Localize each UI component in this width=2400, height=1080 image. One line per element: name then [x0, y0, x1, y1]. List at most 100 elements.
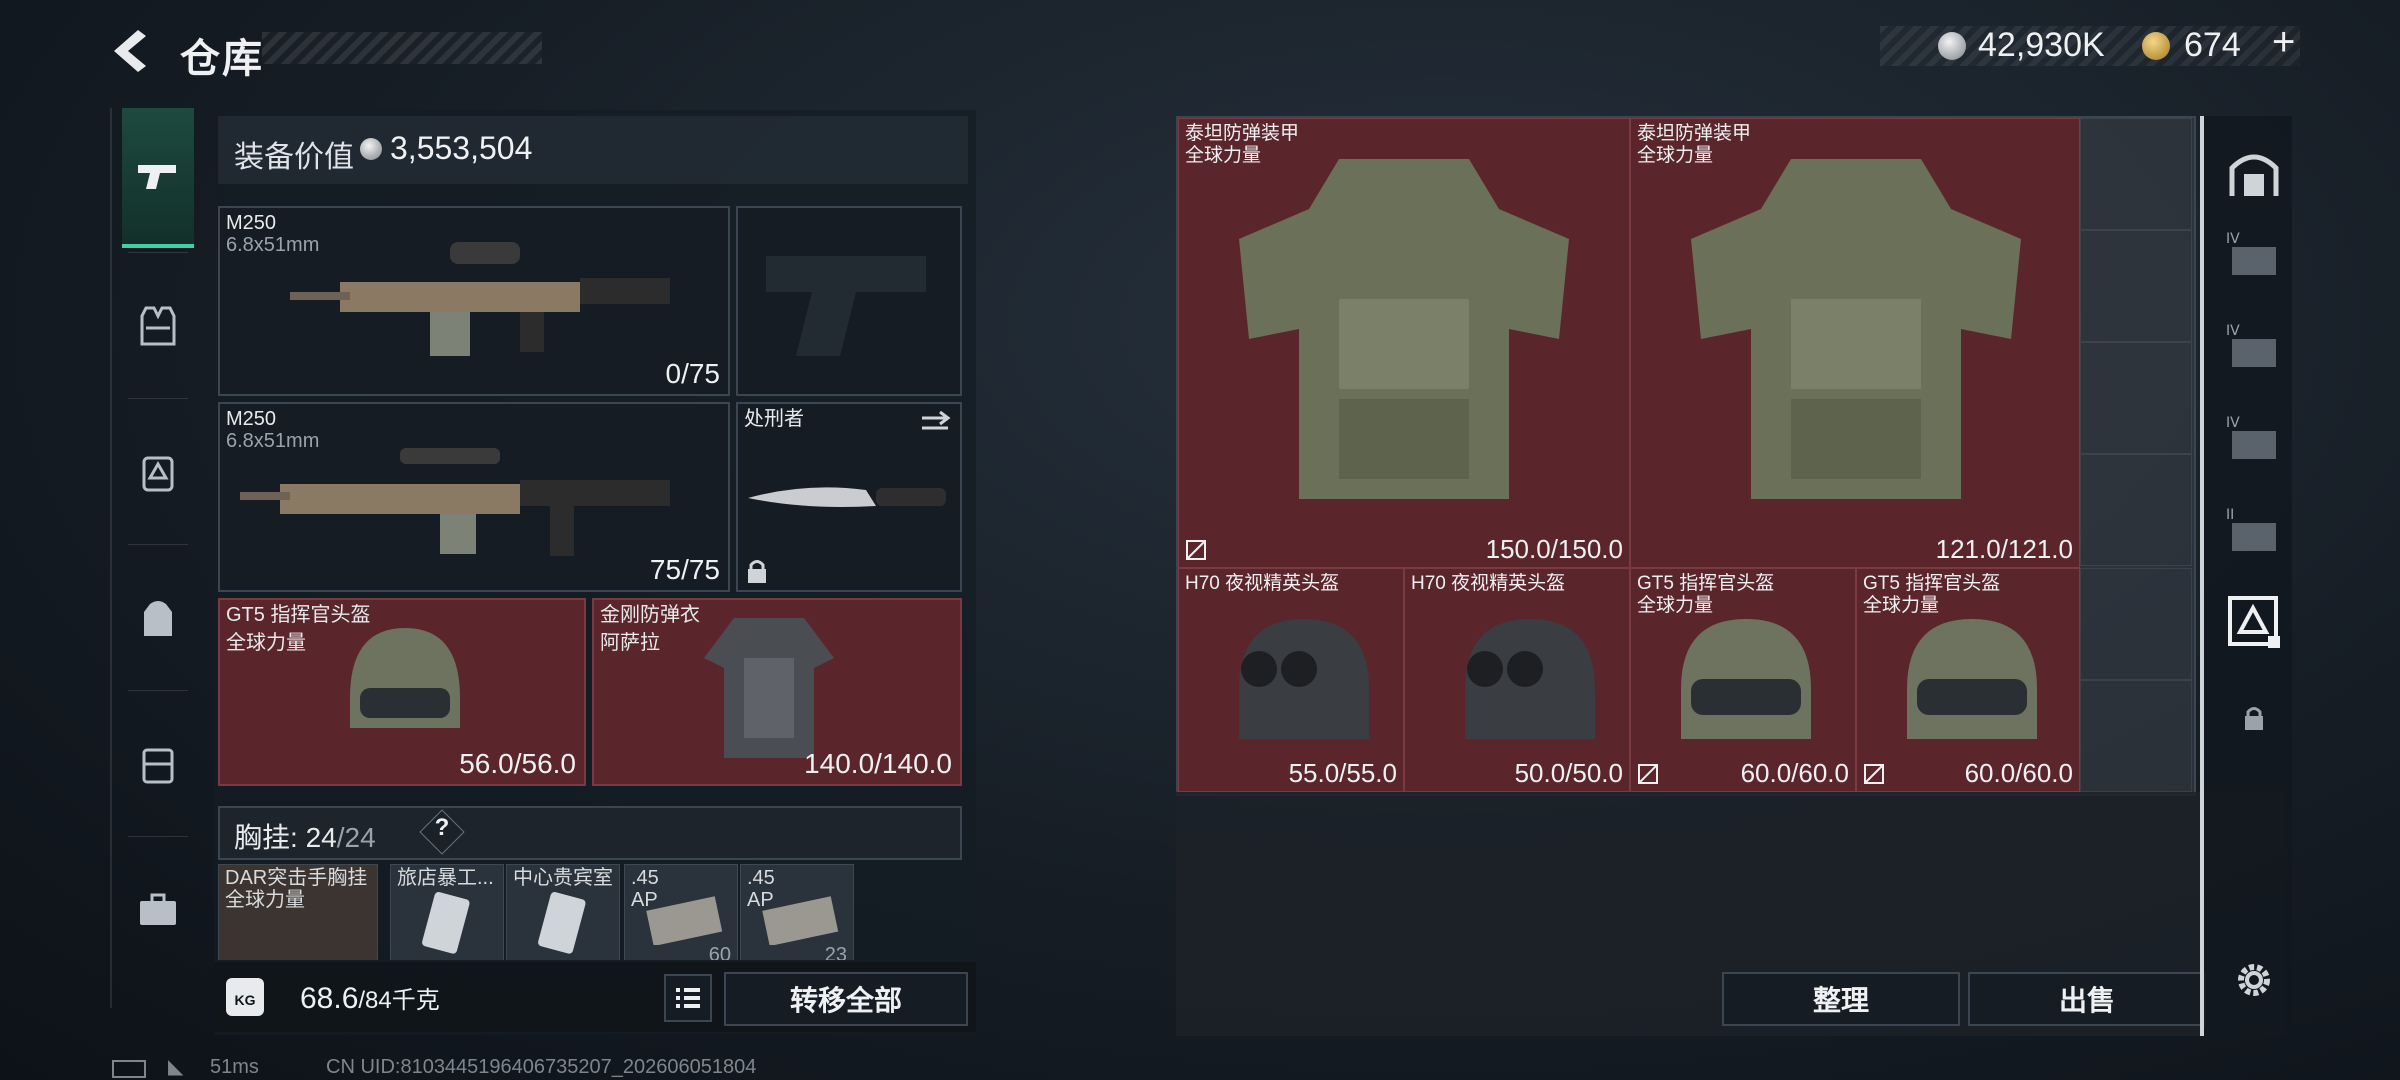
gold-currency-value: 674	[2184, 26, 2241, 64]
helmet-faction: 全球力量	[226, 632, 306, 654]
backpack-tier-icon	[142, 456, 174, 492]
helmet-slot[interactable]: GT5 指挥官头盔 全球力量 56.0/56.0	[218, 598, 586, 786]
armor-slot[interactable]: 金刚防弹衣 阿萨拉 140.0/140.0	[592, 598, 962, 786]
equipment-value: 3,553,504	[390, 130, 533, 166]
keycard-icon	[422, 892, 470, 954]
armor-durability: 140.0/140.0	[804, 748, 952, 779]
page-title: 仓库	[180, 37, 264, 81]
rail-weapons-tab[interactable]	[122, 108, 194, 248]
chest-rig-items: DAR突击手胸挂 全球力量 旅店暴工... 中心贵宾室 .45 AP 60 .4…	[214, 864, 976, 960]
machine-gun-icon	[290, 242, 670, 356]
rail-toolbox-tab[interactable]	[122, 870, 194, 950]
sort-button[interactable]: 整理	[1722, 972, 1960, 1026]
sell-button[interactable]: 出售	[1968, 972, 2206, 1026]
silver-currency-value: 42,930K	[1978, 26, 2105, 64]
grid-cell[interactable]	[2080, 568, 2192, 680]
grid-cell[interactable]	[2080, 230, 2192, 342]
grid-cell[interactable]	[2080, 342, 2192, 454]
weapon-ammo-count: 75/75	[649, 554, 720, 585]
storage-item-armor[interactable]: 泰坦防弹装甲 全球力量 121.0/121.0	[1630, 118, 2080, 568]
grid-cell[interactable]	[2080, 680, 2192, 792]
storage-item-helmet[interactable]: H70 夜视精英头盔 50.0/50.0	[1404, 568, 1630, 792]
storage-item-helmet[interactable]: H70 夜视精英头盔 55.0/55.0	[1178, 568, 1404, 792]
title-decoration	[262, 32, 542, 64]
grid-cell[interactable]	[2080, 454, 2192, 566]
night-vision-helmet-icon	[1239, 619, 1369, 739]
chest-rig-max: /24	[336, 822, 376, 853]
ammo-box-icon	[762, 896, 839, 945]
help-icon: ?	[434, 814, 450, 841]
container-iv-icon: IV	[2226, 231, 2276, 275]
back-icon[interactable]	[108, 26, 158, 76]
storage-item-helmet[interactable]: GT5 指挥官头盔 全球力量 60.0/60.0	[1630, 568, 1856, 792]
container-rail: IV IV IV II	[2200, 116, 2292, 1036]
container-iv-icon: IV	[2226, 323, 2276, 367]
locked-container-tab[interactable]	[2226, 690, 2282, 746]
wifi-icon: ◣	[168, 1056, 184, 1078]
rail-backpack-tier-tab[interactable]	[122, 432, 194, 512]
list-view-button[interactable]	[664, 974, 712, 1022]
rail-backpack-tab[interactable]	[122, 578, 194, 658]
melee-name: 处刑者	[744, 408, 804, 430]
category-rail	[110, 108, 208, 1008]
titan-armor-icon	[1239, 159, 1569, 499]
svg-text:IV: IV	[2226, 231, 2240, 247]
chest-rig-label: 胸挂: 24/24	[234, 822, 376, 853]
container-tab[interactable]: IV	[2226, 226, 2282, 282]
user-id: CN UID:8103445196406735207_202606051804	[326, 1056, 757, 1078]
list-icon	[676, 988, 700, 1008]
night-vision-helmet-icon	[1465, 619, 1595, 739]
armor-faction: 阿萨拉	[600, 632, 660, 654]
safe-box-icon	[2229, 154, 2279, 196]
vest-icon	[140, 306, 176, 346]
melee-slot[interactable]: 处刑者	[736, 402, 962, 592]
safe-box-tab[interactable]	[2226, 146, 2282, 202]
container-iv-icon: IV	[2226, 415, 2276, 459]
chest-rig-item[interactable]: DAR突击手胸挂 全球力量	[218, 864, 378, 960]
container-tab-selected[interactable]	[2226, 594, 2282, 650]
swap-icon[interactable]	[918, 410, 952, 434]
settings-button[interactable]	[2226, 952, 2282, 1008]
knife-icon	[748, 487, 946, 507]
titan-armor-icon	[1691, 159, 2021, 499]
weight-value: 68.6/84千克	[300, 982, 440, 1015]
svg-text:IV: IV	[2226, 415, 2240, 431]
chest-rig-item[interactable]: .45 AP 23	[740, 864, 854, 960]
storage-item-helmet[interactable]: GT5 指挥官头盔 全球力量 60.0/60.0	[1856, 568, 2080, 792]
lock-icon	[2245, 707, 2263, 730]
container-tab[interactable]: IV	[2226, 318, 2282, 374]
found-in-raid-icon	[1638, 764, 1658, 784]
pistol-placeholder-icon	[766, 256, 926, 356]
rail-vest-tab[interactable]	[122, 286, 194, 366]
helmet-icon	[1907, 619, 2037, 739]
case-icon	[142, 748, 174, 784]
chest-rig-item[interactable]: 中心贵宾室	[506, 864, 620, 960]
keycard-icon	[538, 892, 586, 954]
container-tab[interactable]: II	[2226, 502, 2282, 558]
storage-item-armor[interactable]: 泰坦防弹装甲 全球力量 150.0/150.0	[1178, 118, 1630, 568]
primary-weapon-slot-2[interactable]: M250 6.8x51mm 75/75	[218, 402, 730, 592]
helmet-icon	[1681, 619, 1811, 739]
battery-icon	[112, 1060, 146, 1078]
machine-gun-icon	[240, 448, 670, 556]
coin-icon	[360, 138, 382, 160]
svg-text:IV: IV	[2226, 323, 2240, 339]
weapon-ammo-count: 0/75	[665, 358, 721, 389]
equipment-value-label: 装备价值	[234, 141, 354, 174]
container-tab[interactable]: IV	[2226, 410, 2282, 466]
transfer-all-button[interactable]: 转移全部	[724, 972, 968, 1026]
rail-case-tab[interactable]	[122, 724, 194, 804]
gold-coin-icon	[2142, 32, 2170, 60]
chest-rig-current: 24	[305, 822, 337, 853]
ammo-box-icon	[646, 896, 723, 945]
primary-weapon-slot-1[interactable]: M250 6.8x51mm 0/75	[218, 206, 730, 396]
chest-rig-item[interactable]: 旅店暴工...	[390, 864, 504, 960]
add-currency-button[interactable]: +	[2272, 20, 2295, 65]
weapon-name: M250	[226, 408, 277, 430]
pistol-icon	[138, 165, 176, 189]
sidearm-slot[interactable]	[736, 206, 962, 396]
lock-icon	[748, 560, 766, 583]
gear-icon	[2238, 964, 2270, 996]
chest-rig-item[interactable]: .45 AP 60	[624, 864, 738, 960]
grid-cell[interactable]	[2080, 118, 2192, 230]
